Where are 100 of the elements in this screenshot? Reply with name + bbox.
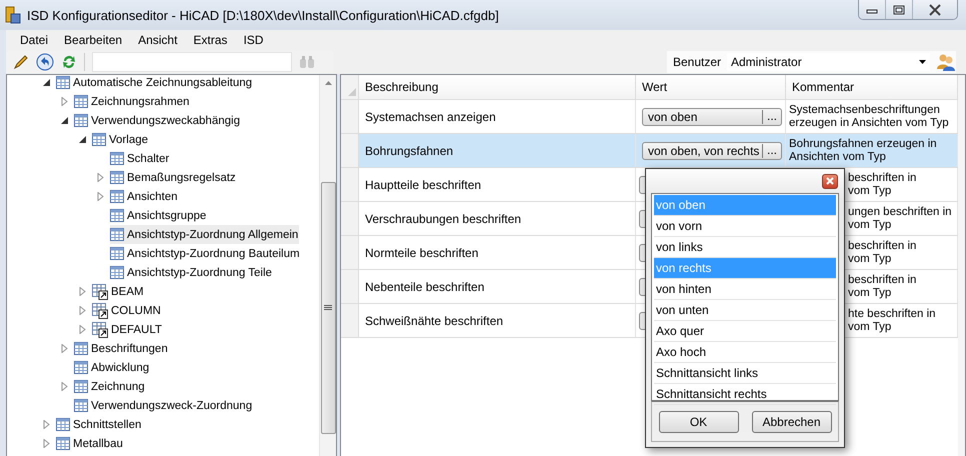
grip-icon	[324, 305, 332, 311]
tree-item[interactable]: Schalter	[110, 149, 170, 168]
table-icon	[74, 380, 88, 393]
tree-item[interactable]: BEAM	[92, 282, 145, 301]
expand-arrow-icon[interactable]	[79, 325, 86, 334]
refresh-icon[interactable]	[61, 54, 77, 70]
restore-icon	[893, 4, 905, 14]
users-icon[interactable]	[936, 53, 956, 71]
collapse-arrow-icon[interactable]	[43, 79, 50, 86]
app-icon	[5, 6, 21, 24]
list-item[interactable]: von hinten	[654, 279, 836, 300]
table-icon	[110, 228, 124, 241]
tree-item[interactable]: DEFAULT	[92, 320, 163, 339]
tree-item[interactable]: Ansichtsgruppe	[110, 206, 208, 225]
tree-item[interactable]: Beschriftungen	[74, 339, 169, 358]
close-button[interactable]	[822, 174, 838, 188]
corner-triangle-icon[interactable]	[348, 88, 356, 96]
collapse-arrow-icon[interactable]	[79, 136, 86, 143]
tree-item[interactable]: Ansichtstyp-Zuordnung Allgemein	[110, 225, 300, 244]
expand-arrow-icon[interactable]	[43, 420, 50, 429]
dropdown-arrow-icon	[919, 60, 926, 64]
scrollbar[interactable]	[958, 75, 965, 456]
value-field[interactable]: von oben ...	[642, 108, 782, 126]
list-item[interactable]: Axo hoch	[654, 342, 836, 363]
column-header[interactable]: Beschreibung	[359, 75, 636, 99]
tree-item[interactable]: Automatische Zeichnungsableitung	[56, 75, 254, 92]
user-dropdown[interactable]: Administrator	[727, 53, 930, 71]
expand-arrow-icon[interactable]	[79, 306, 86, 315]
dialog-button[interactable]: Abbrechen	[752, 410, 832, 432]
list-item[interactable]: von unten	[654, 300, 836, 321]
expand-arrow-icon[interactable]	[97, 173, 104, 182]
search-field[interactable]	[92, 52, 292, 72]
expand-arrow-icon[interactable]	[61, 382, 68, 391]
table-icon	[74, 114, 88, 127]
menu-item[interactable]: Ansicht	[138, 33, 178, 47]
table-icon	[110, 209, 124, 222]
table-icon	[74, 361, 88, 374]
table-icon	[74, 399, 88, 412]
tree-item[interactable]: Metallbau	[56, 434, 124, 453]
table-icon	[110, 190, 124, 203]
expand-arrow-icon[interactable]	[97, 192, 104, 201]
description-cell: Verschraubungen beschriften	[359, 202, 636, 235]
tree-item[interactable]: Ansichtstyp-Zuordnung Teile	[110, 263, 273, 282]
description-cell: Bohrungsfahnen	[359, 134, 636, 167]
linked-table-icon	[92, 302, 108, 318]
description-cell: Systemachsen anzeigen	[359, 100, 636, 133]
tree-item[interactable]: Ansichten	[110, 187, 179, 206]
collapse-arrow-icon[interactable]	[61, 117, 68, 124]
list-item[interactable]: Schnittansicht rechts	[654, 384, 836, 405]
expand-arrow-icon[interactable]	[61, 344, 68, 353]
tree-item[interactable]: COLUMN	[92, 301, 162, 320]
pencil-icon[interactable]	[13, 54, 29, 70]
tree-item[interactable]: Ansichtstyp-Zuordnung Bauteilum	[110, 244, 301, 263]
list-item[interactable]: Axo quer	[654, 321, 836, 342]
tree-item[interactable]: Abwicklung	[74, 358, 150, 377]
description-cell: Normteile beschriften	[359, 236, 636, 269]
tree-item[interactable]: Schnittstellen	[56, 415, 142, 434]
linked-table-icon	[92, 284, 108, 300]
table-icon	[110, 152, 124, 165]
menu-item[interactable]: ISD	[243, 33, 264, 47]
table-icon	[56, 437, 70, 450]
list-item[interactable]: von vorn	[654, 216, 836, 237]
value-field[interactable]: von oben, von rechts ...	[642, 142, 782, 160]
scroll-up-arrow-icon[interactable]	[324, 81, 332, 85]
undo-icon[interactable]	[36, 53, 54, 71]
close-button[interactable]	[913, 0, 957, 19]
table-icon	[74, 95, 88, 108]
table-icon	[56, 418, 70, 431]
menu-item[interactable]: Bearbeiten	[64, 33, 122, 47]
column-header[interactable]: Wert	[636, 75, 786, 99]
dialog-button[interactable]: OK	[658, 410, 738, 432]
binoculars-icon[interactable]	[299, 55, 315, 69]
maximize-button[interactable]	[886, 0, 913, 19]
tree-item[interactable]: Vorlage	[92, 130, 150, 149]
expand-arrow-icon[interactable]	[79, 287, 86, 296]
close-icon	[928, 4, 942, 16]
scrollbar[interactable]	[319, 75, 336, 456]
minimize-button[interactable]	[859, 0, 886, 19]
tree-item[interactable]: Verwendungszweckabhängig	[74, 111, 241, 130]
description-cell: Schweißnähte beschriften	[359, 304, 636, 337]
user-label: Benutzer	[672, 55, 721, 69]
linked-table-icon	[92, 322, 108, 338]
table-icon	[110, 247, 124, 260]
table-icon	[92, 133, 106, 146]
tree-item[interactable]: Verwendungszweck-Zuordnung	[74, 396, 254, 415]
list-item[interactable]: Schnittansicht links	[654, 363, 836, 384]
tree-item[interactable]: Zeichnungsrahmen	[74, 92, 190, 111]
tree-item[interactable]: Bemaßungsregelsatz	[110, 168, 237, 187]
table-icon	[74, 342, 88, 355]
browse-button[interactable]: ...	[762, 110, 781, 124]
expand-arrow-icon[interactable]	[43, 439, 50, 448]
expand-arrow-icon[interactable]	[61, 97, 68, 106]
menu-item[interactable]: Datei	[20, 33, 48, 47]
browse-button[interactable]: ...	[762, 144, 781, 158]
close-icon	[826, 177, 834, 185]
table-icon	[110, 171, 124, 184]
description-cell: Hauptteile beschriften	[359, 168, 636, 201]
menu-item[interactable]: Extras	[193, 33, 228, 47]
window-title: ISD Konfigurationseditor - HiCAD [D:\180X\dev\Install\Configuration\HiCAD.cfgdb]	[27, 8, 499, 22]
tree-item[interactable]: Zeichnung	[74, 377, 146, 396]
